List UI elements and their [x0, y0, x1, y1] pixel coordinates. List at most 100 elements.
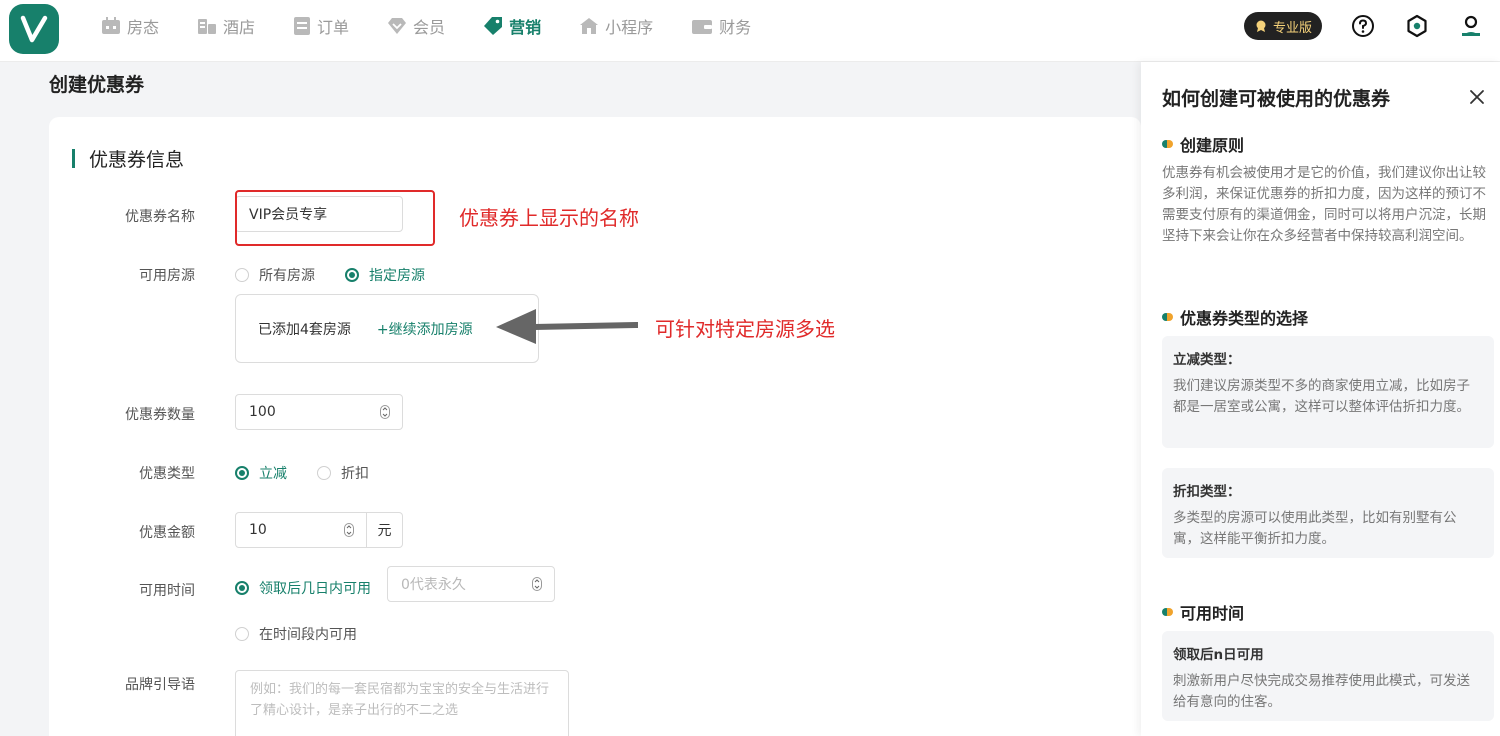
nav-item-members[interactable]: 会员 — [387, 14, 445, 38]
radio-all-rooms[interactable] — [235, 268, 249, 282]
annotation-arrow-icon — [496, 309, 638, 344]
bullet-dot-icon — [1162, 607, 1173, 617]
pro-version-badge[interactable]: 专业版 — [1243, 12, 1322, 40]
radio-time-period[interactable] — [235, 627, 249, 641]
tip-text: 多类型的房源可以使用此类型，比如有别墅有公寓，这样能平衡折扣力度。 — [1173, 510, 1457, 547]
nav-label: 订单 — [317, 18, 350, 37]
coupon-quantity-label: 优惠券数量 — [125, 407, 195, 423]
add-more-rooms-link[interactable]: +继续添加房源 — [377, 319, 473, 339]
nav-label: 小程序 — [605, 18, 654, 37]
bullet-dot-icon — [1162, 312, 1173, 322]
stepper-icon[interactable] — [380, 405, 390, 419]
valid-days-input[interactable]: 0代表永久 — [387, 566, 555, 602]
radio-discount[interactable] — [317, 466, 331, 480]
brand-slogan-textarea[interactable] — [235, 670, 569, 736]
house-icon — [580, 18, 599, 34]
added-rooms-text: 已添加4套房源 — [258, 321, 351, 338]
page-title: 创建优惠券 — [49, 74, 145, 96]
panel-tip-reduce: 立减类型： 我们建议房源类型不多的商家使用立减，比如房子都是一居室或公寓，这样可… — [1162, 336, 1494, 448]
stepper-icon[interactable] — [532, 577, 542, 591]
coupon-name-label: 优惠券名称 — [125, 209, 195, 225]
settings-button[interactable] — [1404, 13, 1430, 39]
radio-all-rooms-label[interactable]: 所有房源 — [259, 265, 315, 285]
annotation-highlight-box — [235, 190, 435, 246]
panel-section-principles: 创建原则 — [1162, 132, 1244, 156]
bullet-dot-icon — [1162, 139, 1173, 149]
discount-amount-input[interactable]: 10 — [235, 512, 367, 548]
rooms-radio-group: 所有房源 指定房源 — [235, 265, 455, 285]
discount-type-label: 优惠类型 — [139, 466, 195, 482]
nav-item-finance[interactable]: 财务 — [691, 14, 751, 38]
order-icon — [294, 17, 311, 35]
panel-principles-text: 优惠券有机会被使用才是它的价值，我们建议你出让较多利润，来保证优惠券的折扣力度，… — [1162, 165, 1486, 244]
radio-discount-label[interactable]: 折扣 — [341, 463, 369, 483]
amount-value: 10 — [249, 522, 267, 538]
section-title-text: 优惠券信息 — [89, 149, 185, 171]
user-button[interactable] — [1458, 13, 1484, 39]
type-radio-group: 立减 折扣 — [235, 463, 399, 483]
help-side-panel: 如何创建可被使用的优惠券 创建原则 优惠券有机会被使用才是它的价值，我们建议你出… — [1141, 62, 1500, 736]
top-nav-bar: 房态 酒店 订单 会员 营销 小程序 财务 专业版 — [0, 0, 1500, 62]
available-rooms-label: 可用房源 — [139, 268, 195, 284]
annotation-rooms-note: 可针对特定房源多选 — [655, 317, 835, 341]
tip-title: 立减类型： — [1173, 352, 1241, 368]
panel-section-available-time: 可用时间 — [1162, 600, 1244, 624]
radio-specific-rooms[interactable] — [345, 268, 359, 282]
discount-amount-label: 优惠金额 — [139, 525, 195, 541]
valid-days-placeholder: 0代表永久 — [401, 577, 466, 593]
medal-icon — [1256, 20, 1266, 32]
nav-label: 营销 — [509, 18, 542, 37]
pro-label: 专业版 — [1272, 20, 1312, 36]
hotel-icon — [198, 19, 217, 34]
user-icon — [1462, 15, 1480, 36]
radio-time-period-label[interactable]: 在时间段内可用 — [259, 624, 357, 644]
calendar-icon — [102, 17, 120, 34]
help-icon — [1352, 15, 1374, 37]
nav-label: 酒店 — [223, 18, 256, 37]
nav-item-marketing[interactable]: 营销 — [483, 14, 541, 38]
nav-item-orders[interactable]: 订单 — [293, 14, 349, 38]
radio-specific-rooms-label[interactable]: 指定房源 — [369, 265, 425, 285]
tip-text: 我们建议房源类型不多的商家使用立减，比如房子都是一居室或公寓，这样可以整体评估折… — [1173, 378, 1470, 415]
panel-section-coupon-type: 优惠券类型的选择 — [1162, 305, 1308, 329]
quantity-value: 100 — [249, 404, 276, 420]
diamond-icon — [388, 18, 407, 34]
nav-item-room-status[interactable]: 房态 — [101, 14, 159, 38]
tip-text: 刺激新用户尽快完成交易推荐使用此模式，可发送给有意向的住客。 — [1173, 673, 1470, 710]
tip-title: 折扣类型： — [1173, 484, 1241, 500]
nav-item-mini-program[interactable]: 小程序 — [579, 14, 653, 38]
amount-unit: 元 — [367, 512, 403, 548]
available-time-label: 可用时间 — [139, 583, 195, 599]
time-radio-days: 领取后几日内可用 — [235, 578, 371, 598]
wallet-icon — [692, 20, 713, 34]
panel-tip-days-after: 领取后n日可用 刺激新用户尽快完成交易推荐使用此模式，可发送给有意向的住客。 — [1162, 631, 1494, 721]
nav-label: 会员 — [413, 18, 446, 37]
coupon-quantity-input[interactable]: 100 — [235, 394, 403, 430]
annotation-name-note: 优惠券上显示的名称 — [459, 206, 639, 230]
nav-label: 房态 — [127, 18, 160, 37]
close-icon[interactable] — [1468, 88, 1486, 106]
app-logo[interactable] — [9, 4, 59, 54]
logo-icon — [20, 15, 48, 43]
top-right-tools: 专业版 — [1243, 12, 1484, 40]
help-button[interactable] — [1350, 13, 1376, 39]
panel-section-title: 可用时间 — [1180, 604, 1245, 623]
panel-title: 如何创建可被使用的优惠券 — [1162, 88, 1391, 110]
radio-reduce[interactable] — [235, 466, 249, 480]
stepper-icon[interactable] — [344, 523, 354, 537]
panel-section-title: 优惠券类型的选择 — [1180, 309, 1309, 328]
radio-days-after-label[interactable]: 领取后几日内可用 — [259, 578, 371, 598]
nav-item-hotel[interactable]: 酒店 — [197, 14, 255, 38]
brand-slogan-label: 品牌引导语 — [125, 677, 195, 693]
gear-icon — [1407, 14, 1427, 38]
section-title: 优惠券信息 — [72, 145, 184, 172]
panel-tip-discount: 折扣类型： 多类型的房源可以使用此类型，比如有别墅有公寓，这样能平衡折扣力度。 — [1162, 468, 1494, 558]
panel-section-title: 创建原则 — [1180, 136, 1245, 155]
radio-days-after[interactable] — [235, 581, 249, 595]
nav-label: 财务 — [719, 18, 752, 37]
section-accent-bar — [72, 149, 75, 168]
radio-reduce-label[interactable]: 立减 — [259, 463, 287, 483]
tip-title: 领取后n日可用 — [1173, 647, 1264, 663]
time-radio-period: 在时间段内可用 — [235, 624, 387, 644]
main-nav: 房态 酒店 订单 会员 营销 小程序 财务 — [101, 0, 789, 52]
